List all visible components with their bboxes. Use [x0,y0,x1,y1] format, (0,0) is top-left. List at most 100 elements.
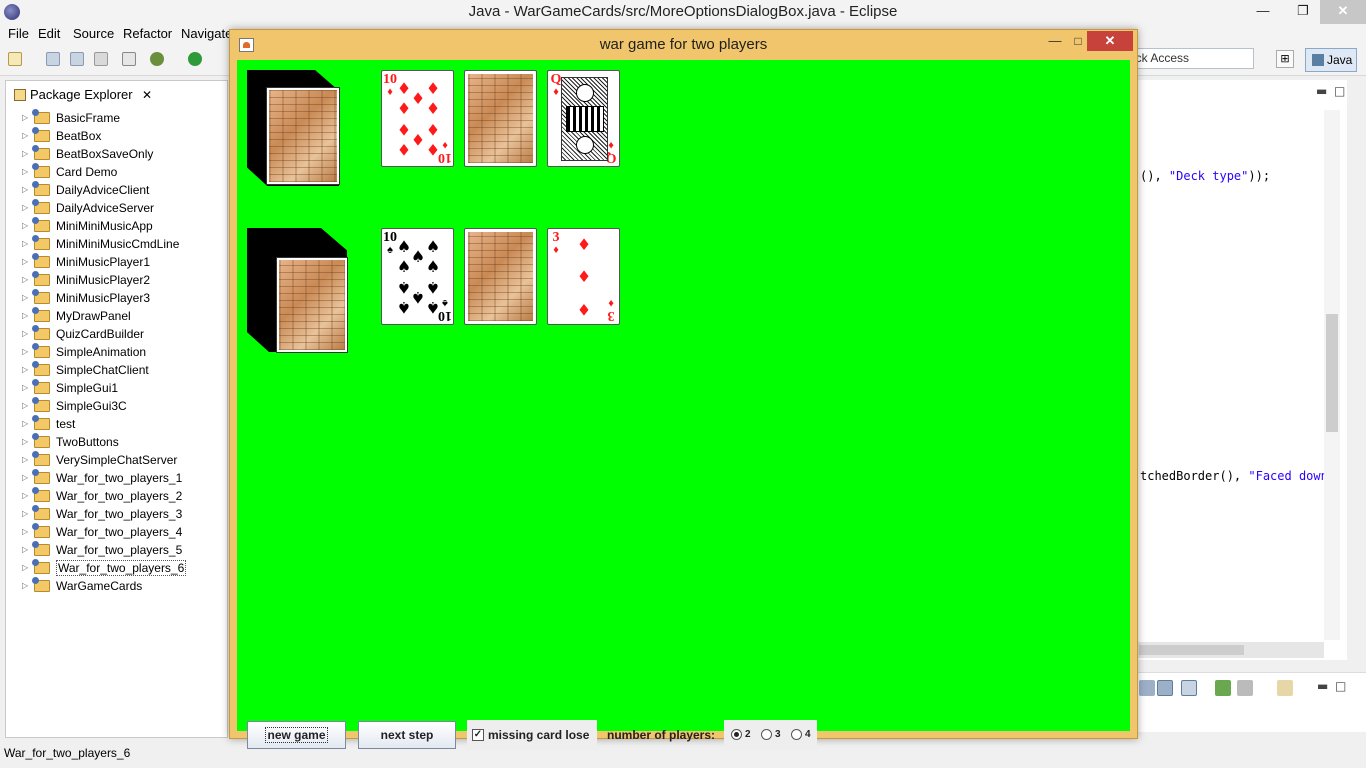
project-item[interactable]: ▷ BeatBox [6,127,227,145]
expand-arrow-icon[interactable]: ▷ [22,559,28,577]
expand-arrow-icon[interactable]: ▷ [22,181,28,199]
player2-deck[interactable] [247,228,348,353]
project-item[interactable]: ▷ War_for_two_players_1 [6,469,227,487]
menu-refactor[interactable]: Refactor [123,26,172,41]
project-item[interactable]: ▷ SimpleGui1 [6,379,227,397]
new-icon[interactable] [8,52,22,66]
expand-arrow-icon[interactable]: ▷ [22,145,28,163]
expand-arrow-icon[interactable]: ▷ [22,307,28,325]
project-item[interactable]: ▷ War_for_two_players_3 [6,505,227,523]
radio-players-3[interactable]: 3 [761,729,781,741]
editor-minimize-icon[interactable]: ▬ [1316,84,1327,98]
project-item[interactable]: ▷ MiniMusicPlayer3 [6,289,227,307]
expand-arrow-icon[interactable]: ▷ [22,577,28,595]
next-step-button[interactable]: next step [358,721,456,749]
open-perspective-icon[interactable]: ⊞ [1276,50,1294,68]
skip-breakpoints-icon[interactable] [122,52,136,66]
project-item[interactable]: ▷ MiniMiniMusicCmdLine [6,235,227,253]
project-item[interactable]: ▷ DailyAdviceServer [6,199,227,217]
player1-deck[interactable] [247,70,340,186]
expand-arrow-icon[interactable]: ▷ [22,325,28,343]
radio-button[interactable] [791,729,802,740]
project-item[interactable]: ▷ MiniMusicPlayer1 [6,253,227,271]
project-item[interactable]: ▷ TwoButtons [6,433,227,451]
menu-file[interactable]: File [8,26,29,41]
project-item[interactable]: ▷ BeatBoxSaveOnly [6,145,227,163]
project-item[interactable]: ▷ WarGameCards [6,577,227,595]
expand-arrow-icon[interactable]: ▷ [22,451,28,469]
project-item[interactable]: ▷ SimpleAnimation [6,343,227,361]
panel-maximize-icon[interactable]: □ [1335,679,1346,693]
radio-players-2[interactable]: 2 [731,729,751,741]
save-all-icon[interactable] [70,52,84,66]
project-item[interactable]: ▷ VerySimpleChatServer [6,451,227,469]
run-icon[interactable] [188,52,202,66]
project-item[interactable]: ▷ DailyAdviceClient [6,181,227,199]
menu-source[interactable]: Source [73,26,114,41]
expand-arrow-icon[interactable]: ▷ [22,217,28,235]
missing-card-lose-checkbox[interactable]: ✓ missing card lose [467,720,597,750]
editor-horizontal-scrollbar[interactable] [1137,642,1324,658]
expand-arrow-icon[interactable]: ▷ [22,433,28,451]
project-item[interactable]: ▷ MiniMiniMusicApp [6,217,227,235]
expand-arrow-icon[interactable]: ▷ [22,541,28,559]
expand-arrow-icon[interactable]: ▷ [22,253,28,271]
expand-arrow-icon[interactable]: ▷ [22,487,28,505]
expand-arrow-icon[interactable]: ▷ [22,397,28,415]
dialog-close-icon[interactable]: ✕ [1087,31,1133,51]
pin-console-icon[interactable] [1157,680,1173,696]
new-game-button[interactable]: new game [247,721,346,749]
expand-arrow-icon[interactable]: ▷ [22,127,28,145]
console-icon[interactable] [1139,680,1155,696]
quick-access-input[interactable]: ick Access [1128,48,1254,69]
radio-button[interactable] [761,729,772,740]
project-item[interactable]: ▷ War_for_two_players_2 [6,487,227,505]
project-item[interactable]: ▷ War_for_two_players_4 [6,523,227,541]
open-console-icon[interactable] [1215,680,1231,696]
menu-edit[interactable]: Edit [38,26,60,41]
new-console-icon[interactable] [1277,680,1293,696]
project-item[interactable]: ▷ MyDrawPanel [6,307,227,325]
expand-arrow-icon[interactable]: ▷ [22,163,28,181]
display-console-icon[interactable] [1181,680,1197,696]
expand-arrow-icon[interactable]: ▷ [22,523,28,541]
editor-maximize-icon[interactable]: □ [1334,84,1345,98]
close-view-icon[interactable]: ✕ [142,83,152,107]
project-item[interactable]: ▷ SimpleGui3C [6,397,227,415]
java-perspective-button[interactable]: Java [1305,48,1357,72]
package-explorer-tab[interactable]: Package Explorer ✕ [8,83,156,107]
save-icon[interactable] [46,52,60,66]
expand-arrow-icon[interactable]: ▷ [22,289,28,307]
restore-icon[interactable]: ❐ [1288,0,1318,24]
expand-arrow-icon[interactable]: ▷ [22,235,28,253]
expand-arrow-icon[interactable]: ▷ [22,379,28,397]
project-item[interactable]: ▷ SimpleChatClient [6,361,227,379]
expand-arrow-icon[interactable]: ▷ [22,469,28,487]
expand-arrow-icon[interactable]: ▷ [22,343,28,361]
panel-minimize-icon[interactable]: ▬ [1317,679,1328,693]
close-icon[interactable]: ✕ [1320,0,1366,24]
project-item[interactable]: ▷ BasicFrame [6,109,227,127]
menu-navigate[interactable]: Navigate [181,26,232,41]
view-menu-icon[interactable] [1237,680,1253,696]
editor-vertical-scrollbar[interactable] [1324,110,1340,640]
project-item[interactable]: ▷ War_for_two_players_5 [6,541,227,559]
scrollbar-thumb[interactable] [1139,645,1244,655]
project-item[interactable]: ▷ MiniMusicPlayer2 [6,271,227,289]
expand-arrow-icon[interactable]: ▷ [22,415,28,433]
print-icon[interactable] [94,52,108,66]
expand-arrow-icon[interactable]: ▷ [22,109,28,127]
project-item[interactable]: ▷ QuizCardBuilder [6,325,227,343]
checkbox-box[interactable]: ✓ [472,729,484,741]
radio-button[interactable] [731,729,742,740]
expand-arrow-icon[interactable]: ▷ [22,361,28,379]
minimize-icon[interactable]: — [1248,0,1278,24]
project-item[interactable]: ▷ test [6,415,227,433]
project-item[interactable]: ▷ War_for_two_players_6 [6,559,227,577]
expand-arrow-icon[interactable]: ▷ [22,271,28,289]
project-item[interactable]: ▷ Card Demo [6,163,227,181]
radio-players-4[interactable]: 4 [791,729,811,741]
expand-arrow-icon[interactable]: ▷ [22,505,28,523]
debug-icon[interactable] [150,52,164,66]
expand-arrow-icon[interactable]: ▷ [22,199,28,217]
